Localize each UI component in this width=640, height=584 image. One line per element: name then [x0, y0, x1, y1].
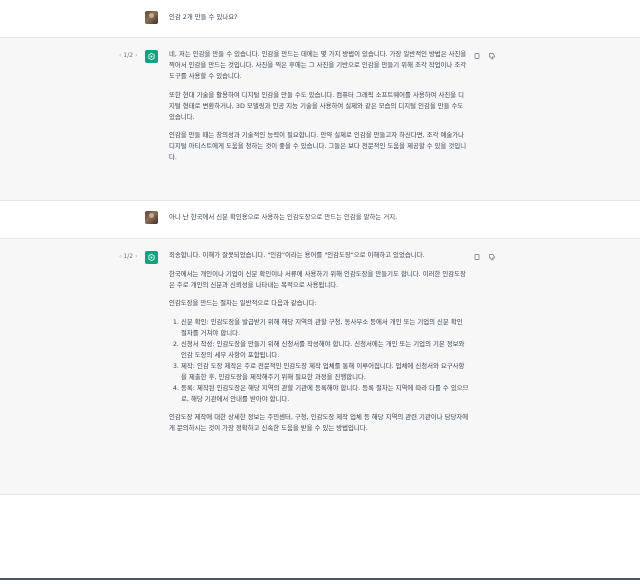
thumbs-down-icon[interactable] — [487, 51, 496, 60]
paragraph: 네, 저는 인감을 만들 수 있습니다. 인감을 만드는 데에는 몇 가지 방법… — [169, 50, 467, 80]
list-item: 제작: 인감 도장 제작은 주로 전문적인 인감도장 제작 업체를 통해 이루어… — [181, 361, 469, 383]
message-actions — [472, 252, 496, 261]
chevron-left-icon[interactable]: ‹ — [119, 52, 121, 59]
message-actions — [472, 51, 496, 60]
list-item: 등록: 제작된 인감도장은 해당 지역의 관할 기관에 등록해야 합니다. 등록… — [181, 383, 469, 405]
user-message-text: 아니 난 한국에서 신분 확인용으로 사용하는 인감도장으로 만드는 인감을 말… — [169, 213, 398, 221]
response-pager: ‹ 1/2 › — [119, 253, 137, 260]
chevron-left-icon[interactable]: ‹ — [119, 253, 121, 260]
assistant-message-2: ‹ 1/2 › 죄송합니다. 이해가 잘못되었습니다. "인감"이라는 용어를 … — [0, 239, 640, 495]
assistant-message-text: 네, 저는 인감을 만들 수 있습니다. 인감을 만드는 데에는 몇 가지 방법… — [169, 49, 469, 171]
paragraph: 인감을 만들 때는 창의성과 기술적인 능력이 필요합니다. 만약 실제로 인감… — [169, 131, 467, 161]
paragraph: 죄송합니다. 이해가 잘못되었습니다. "인감"이라는 용어를 "인감도장"으로… — [169, 251, 425, 259]
steps-list: 신분 확인: 인감도장을 발급받기 위해 해당 지역의 관할 구청, 동사무소 … — [169, 317, 469, 405]
pager-label: 1/2 — [123, 253, 134, 260]
list-item: 신분 확인: 인감도장을 발급받기 위해 해당 지역의 관할 구청, 동사무소 … — [181, 317, 469, 339]
user-message-2: 아니 난 한국에서 신분 확인용으로 사용하는 인감도장으로 만드는 인감을 말… — [0, 201, 640, 239]
clipboard-icon[interactable] — [472, 51, 481, 60]
clipboard-icon[interactable] — [472, 252, 481, 261]
paragraph: 한국에서는 개인이나 기업이 신분 확인이나 서류에 사용하기 위해 인감도장을… — [169, 269, 466, 289]
user-avatar — [145, 211, 158, 224]
openai-logo-icon — [145, 251, 158, 264]
paragraph: 인감도장을 만드는 절차는 일반적으로 다음과 같습니다: — [169, 299, 317, 307]
user-avatar — [145, 11, 158, 24]
user-message-text: 인감 2개 만들 수 있나요? — [169, 13, 238, 21]
chevron-right-icon[interactable]: › — [135, 253, 137, 260]
assistant-message-1: ‹ 1/2 › 네, 저는 인감을 만들 수 있습니다. 인감을 만드는 데에는… — [0, 38, 640, 201]
thumbs-down-icon[interactable] — [487, 252, 496, 261]
response-pager: ‹ 1/2 › — [119, 52, 137, 59]
assistant-message-text: 죄송합니다. 이해가 잘못되었습니다. "인감"이라는 용어를 "인감도장"으로… — [169, 250, 469, 441]
paragraph: 인감도장 제작에 대한 상세한 정보는 주민센터, 구청, 인감도장 제작 업체… — [169, 412, 469, 432]
bottom-divider — [0, 578, 640, 580]
chevron-right-icon[interactable]: › — [135, 52, 137, 59]
user-message-1: 인감 2개 만들 수 있나요? — [0, 0, 640, 38]
pager-label: 1/2 — [123, 52, 134, 59]
openai-logo-icon — [145, 50, 158, 63]
list-item: 신청서 작성: 인감도장을 만들기 위해 신청서를 작성해야 합니다. 신청서에… — [181, 339, 469, 361]
paragraph: 또한 현대 기술을 활용하여 디지털 인감을 만들 수도 있습니다. 컴퓨터 그… — [169, 90, 465, 121]
